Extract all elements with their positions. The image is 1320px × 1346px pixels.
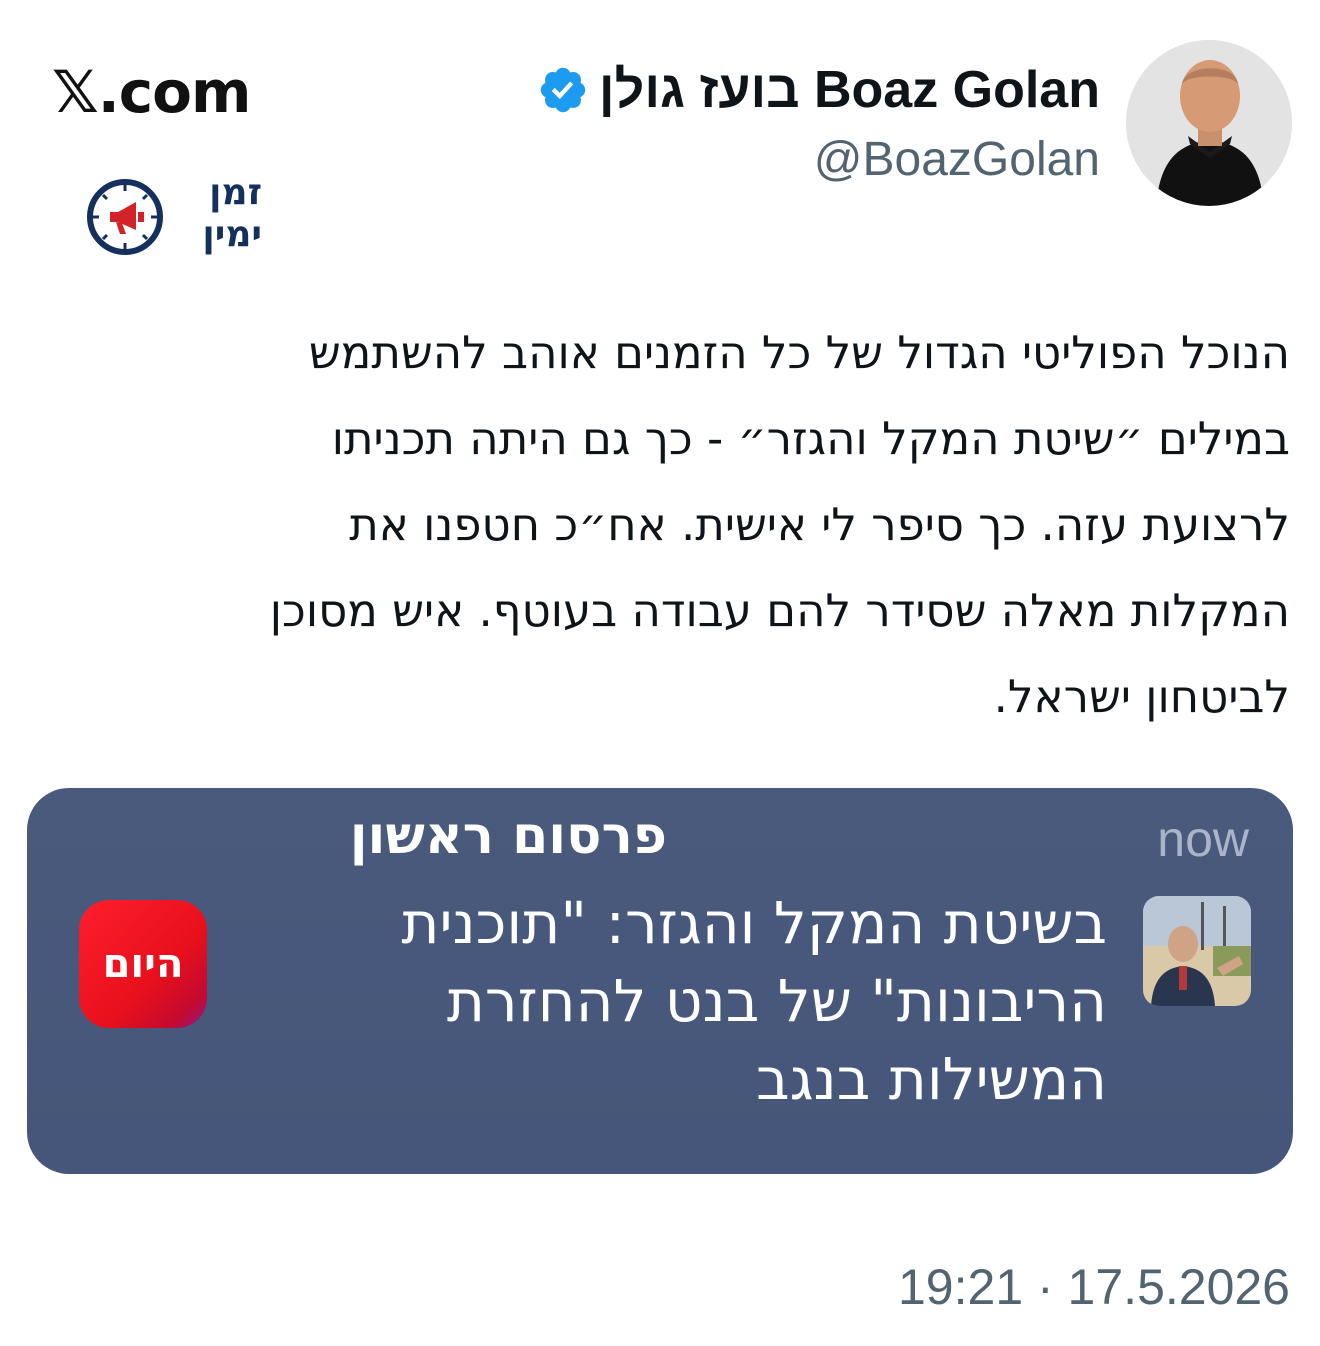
tweet-line: לרצועת עזה. כך סיפר לי אישית. אח״כ חטפנו… [349, 498, 1290, 551]
tweet-timestamp[interactable]: 19:21 · 17.5.2026 [898, 1258, 1290, 1316]
zman-yamin-logo: זמן ימין [86, 172, 262, 264]
notification-body-line: המשילות בנגב [756, 1045, 1107, 1113]
notification-time: now [1157, 811, 1249, 867]
notification-body-line: בשיטת המקל והגזר: "תוכנית [401, 889, 1107, 957]
app-icon-label: היום [102, 941, 184, 987]
logo-line-2: ימין [202, 214, 262, 255]
tweet-line: המקלות מאלה שסידר להם עבודה בעוטף. איש מ… [269, 584, 1290, 637]
notification-title: פרסום ראשון [349, 806, 667, 866]
tweet-line: במילים ״שיטת המקל והגזר״ - כך גם היתה תכ… [331, 412, 1290, 465]
site-label: 𝕏.com [52, 58, 251, 126]
author-name-row[interactable]: בועז גולן Boaz Golan [537, 58, 1100, 122]
megaphone-clock-icon [87, 179, 163, 255]
verified-badge-icon [540, 67, 586, 113]
author-display-name: בועז גולן Boaz Golan [598, 61, 1100, 119]
notification-card-image[interactable]: now פרסום ראשון בשיטת המקל והגזר: "תוכני… [27, 788, 1293, 1174]
notification-thumbnail [1143, 896, 1251, 1006]
avatar[interactable] [1126, 40, 1292, 206]
tweet-line: הנוכל הפוליטי הגדול של כל הזמנים אוהב לה… [308, 326, 1290, 379]
author-handle[interactable]: @BoazGolan [814, 132, 1100, 187]
app-icon: היום [79, 900, 207, 1028]
tweet-text: הנוכל הפוליטי הגדול של כל הזמנים אוהב לה… [40, 310, 1290, 740]
tweet-line: לביטחון ישראל. [993, 670, 1290, 723]
notification-body: בשיטת המקל והגזר: "תוכנית הריבונות" של ב… [267, 884, 1107, 1118]
logo-line-1: זמן [209, 172, 262, 213]
notification-body-line: הריבונות" של בנט להחזרת [446, 967, 1107, 1035]
